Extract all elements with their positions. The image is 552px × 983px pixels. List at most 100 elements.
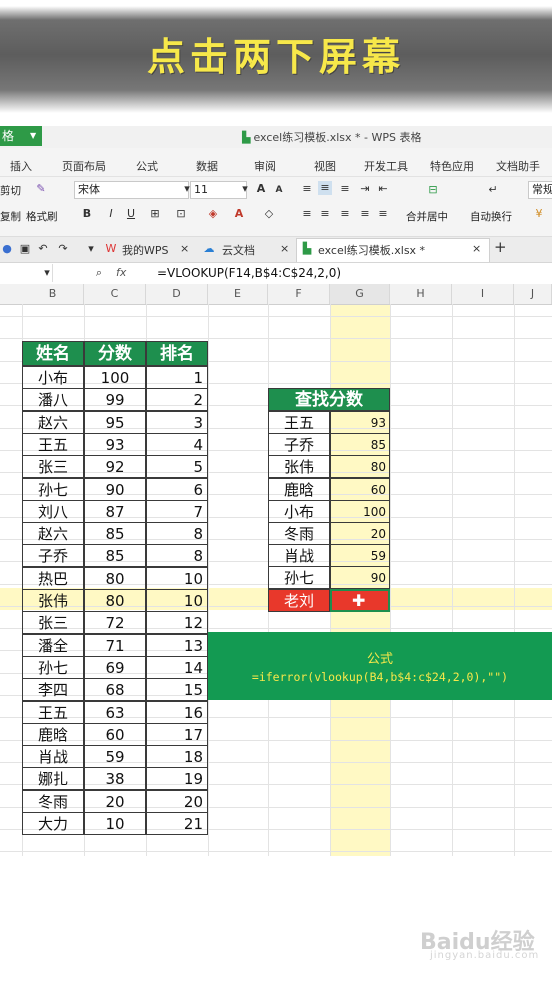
menu-page-layout[interactable]: 页面布局 (62, 158, 106, 174)
wrap-text-button[interactable]: 自动换行 (470, 209, 512, 224)
align-bottom-icon[interactable]: ≡ (338, 182, 352, 196)
column-header-d[interactable]: D (146, 284, 208, 304)
align-left-icon[interactable]: ≡ (300, 207, 314, 221)
chevron-down-icon[interactable]: ▼ (30, 126, 40, 146)
lookup-score-cell[interactable]: 93 (330, 411, 390, 434)
rank-cell[interactable]: 17 (146, 723, 208, 746)
name-cell[interactable]: 大力 (22, 812, 84, 835)
name-cell[interactable]: 孙七 (22, 656, 84, 679)
currency-format-icon[interactable]: ¥ (532, 207, 546, 221)
menu-formulas[interactable]: 公式 (136, 158, 158, 174)
name-cell[interactable]: 赵六 (22, 522, 84, 545)
outdent-icon[interactable]: ⇤ (376, 182, 390, 196)
tab-close-icon[interactable]: × (180, 242, 189, 255)
justify-icon[interactable]: ≡ (358, 207, 372, 221)
name-cell[interactable]: 鹿晗 (22, 723, 84, 746)
copy-button[interactable]: 复制 (0, 209, 21, 224)
clear-format-icon[interactable]: ◇ (262, 207, 276, 221)
name-cell[interactable]: 潘八 (22, 388, 84, 411)
menu-assistant[interactable]: 文档助手 (496, 158, 540, 174)
grow-font-button[interactable]: A (254, 182, 268, 196)
score-cell[interactable]: 63 (84, 701, 146, 724)
distribute-icon[interactable]: ≡ (376, 207, 390, 221)
rank-cell[interactable]: 19 (146, 767, 208, 790)
score-cell[interactable]: 92 (84, 455, 146, 478)
menu-data[interactable]: 数据 (196, 158, 218, 174)
cut-button[interactable]: 剪切 (0, 183, 21, 198)
rank-cell[interactable]: 2 (146, 388, 208, 411)
lookup-score-cell[interactable]: 100 (330, 500, 390, 523)
column-header-g[interactable]: G (330, 284, 390, 304)
name-cell[interactable]: 肖战 (22, 745, 84, 768)
chevron-down-icon[interactable]: ▾ (84, 242, 98, 256)
lookup-score-cell[interactable]: 60 (330, 478, 390, 501)
number-format-select[interactable]: 常规 (528, 181, 552, 199)
name-cell[interactable]: 潘全 (22, 634, 84, 657)
score-cell[interactable]: 100 (84, 366, 146, 389)
rank-cell[interactable]: 10 (146, 567, 208, 590)
tab-cloud-docs[interactable]: 云文档 (222, 242, 255, 258)
tab-close-icon[interactable]: × (280, 242, 289, 255)
chevron-down-icon[interactable]: ▾ (238, 182, 252, 196)
column-header-j[interactable]: J (514, 284, 552, 304)
rank-cell[interactable]: 13 (146, 634, 208, 657)
name-cell[interactable]: 王五 (22, 701, 84, 724)
name-cell[interactable]: 子乔 (22, 544, 84, 567)
lookup-score-cell[interactable]: 59 (330, 544, 390, 567)
undo-icon[interactable]: ↶ (36, 242, 50, 256)
name-cell[interactable]: 张三 (22, 455, 84, 478)
merge-center-button[interactable]: 合并居中 (406, 209, 448, 224)
lookup-header[interactable]: 查找分数 (268, 388, 390, 411)
format-painter-button[interactable]: 格式刷 (26, 209, 58, 224)
fill-color-icon[interactable]: ◈ (206, 207, 220, 221)
menu-special[interactable]: 特色应用 (430, 158, 474, 174)
score-cell[interactable]: 95 (84, 411, 146, 434)
tab-document-label[interactable]: excel练习模板.xlsx * (318, 242, 425, 258)
name-cell[interactable]: 小布 (22, 366, 84, 389)
lookup-name-cell[interactable]: 肖战 (268, 544, 330, 567)
rank-cell[interactable]: 20 (146, 790, 208, 813)
column-header-e[interactable]: E (208, 284, 268, 304)
lookup-score-cell[interactable]: 20 (330, 522, 390, 545)
lookup-name-cell[interactable]: 张伟 (268, 455, 330, 478)
wrap-text-icon[interactable]: ↵ (484, 183, 502, 197)
rank-cell[interactable]: 4 (146, 433, 208, 456)
name-cell[interactable]: 赵六 (22, 411, 84, 434)
rank-cell[interactable]: 1 (146, 366, 208, 389)
score-cell[interactable]: 80 (84, 589, 146, 612)
menu-review[interactable]: 审阅 (254, 158, 276, 174)
menu-insert[interactable]: 插入 (10, 158, 32, 174)
name-cell[interactable]: 刘八 (22, 500, 84, 523)
score-cell[interactable]: 85 (84, 522, 146, 545)
home-icon[interactable]: ● (0, 242, 14, 256)
column-header-h[interactable]: H (390, 284, 452, 304)
column-header-b[interactable]: B (22, 284, 84, 304)
lookup-name-cell[interactable]: 鹿晗 (268, 478, 330, 501)
lookup-score-cell[interactable]: 90 (330, 566, 390, 589)
align-center-icon[interactable]: ≡ (318, 207, 332, 221)
score-cell[interactable]: 71 (84, 634, 146, 657)
align-middle-icon[interactable]: ≡ (318, 181, 332, 195)
name-cell[interactable]: 王五 (22, 433, 84, 456)
redo-icon[interactable]: ↷ (56, 242, 70, 256)
lookup-name-cell[interactable]: 冬雨 (268, 522, 330, 545)
rank-cell[interactable]: 5 (146, 455, 208, 478)
bold-button[interactable]: B (80, 207, 94, 221)
align-top-icon[interactable]: ≡ (300, 182, 314, 196)
rank-cell[interactable]: 7 (146, 500, 208, 523)
rank-cell[interactable]: 21 (146, 812, 208, 835)
lookup-name-cell[interactable]: 子乔 (268, 433, 330, 456)
lookup-score-cell[interactable]: 80 (330, 455, 390, 478)
lookup-name-cell[interactable]: 小布 (268, 500, 330, 523)
lookup-score-cell[interactable]: 85 (330, 433, 390, 456)
rank-cell[interactable]: 12 (146, 611, 208, 634)
tab-my-wps[interactable]: 我的WPS (122, 242, 169, 258)
font-color-icon[interactable]: A (232, 207, 246, 221)
rank-cell[interactable]: 18 (146, 745, 208, 768)
column-header-c[interactable]: C (84, 284, 146, 304)
score-cell[interactable]: 87 (84, 500, 146, 523)
score-cell[interactable]: 90 (84, 478, 146, 501)
underline-button[interactable]: U (124, 207, 138, 221)
shrink-font-button[interactable]: A (272, 183, 286, 197)
table-header-cell[interactable]: 排名 (146, 341, 208, 366)
